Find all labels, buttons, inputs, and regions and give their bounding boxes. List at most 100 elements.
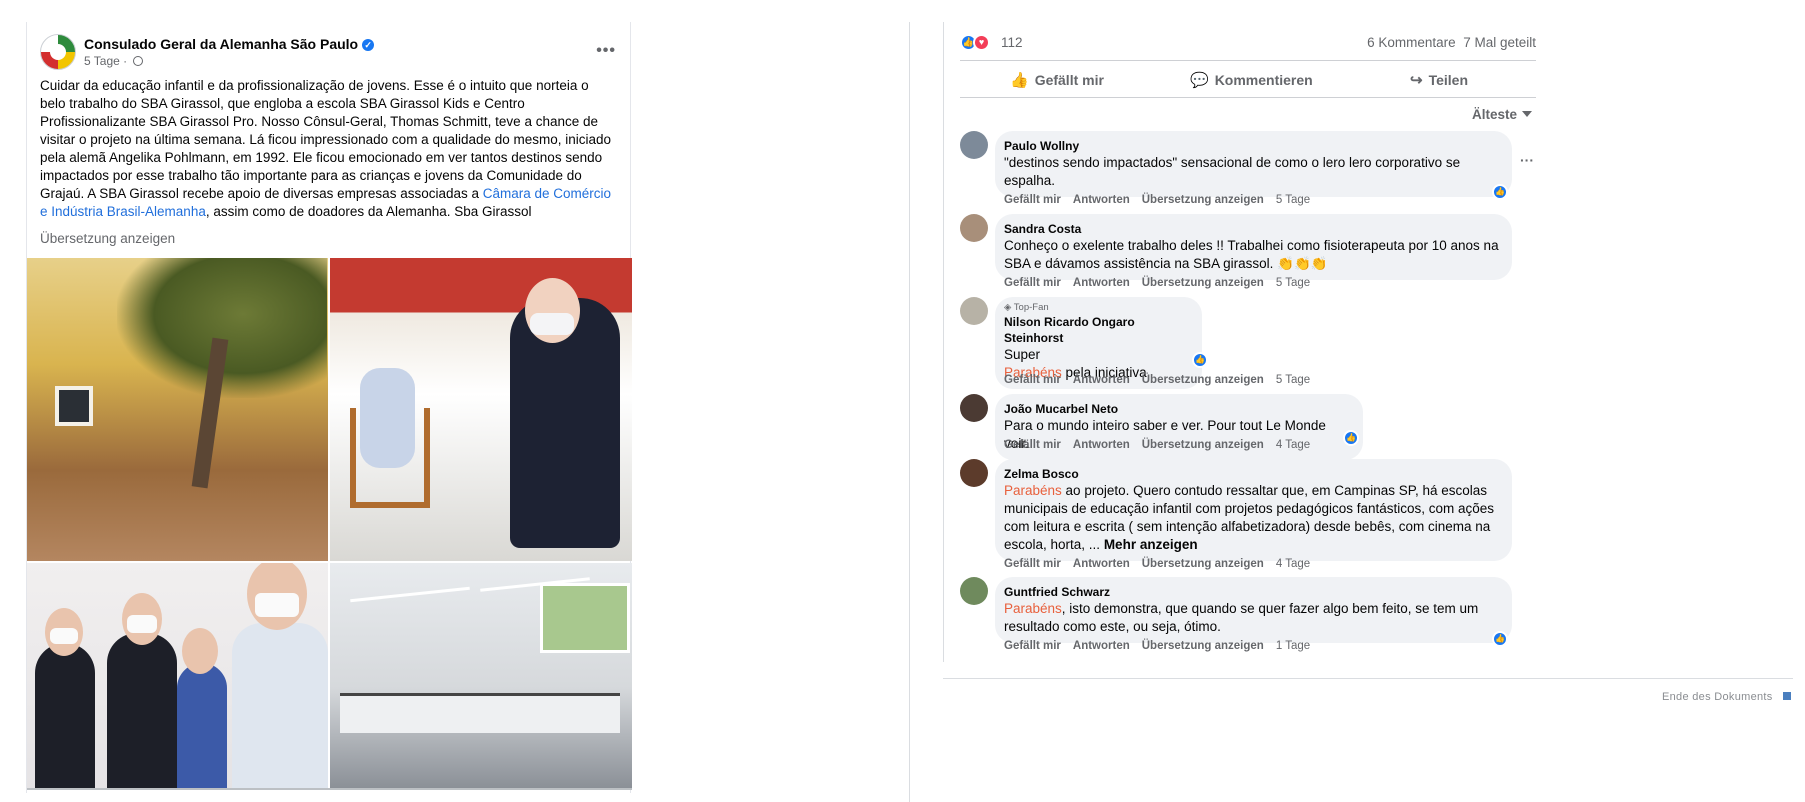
- comment-like-link[interactable]: Gefällt mir: [1004, 374, 1061, 386]
- comment-text: "destinos sendo impactados" sensacional …: [1004, 155, 1461, 188]
- reaction-count[interactable]: 112: [1001, 35, 1023, 50]
- comment-text: Parabéns ao projeto. Quero contudo ressa…: [1004, 482, 1502, 554]
- like-reaction-icon[interactable]: 👍: [1492, 631, 1508, 647]
- comment-time[interactable]: 1 Tage: [1276, 640, 1310, 652]
- comment-reply-link[interactable]: Antworten: [1073, 439, 1130, 451]
- comment-actions: Gefällt mir Antworten Übersetzung anzeigen…: [1004, 558, 1322, 570]
- top-fan-icon: ◈: [1004, 302, 1014, 313]
- comment-count[interactable]: 6 Kommentare: [1367, 35, 1456, 50]
- comment-time[interactable]: 5 Tage: [1276, 374, 1310, 386]
- comment-translate-link[interactable]: Übersetzung anzeigen: [1142, 374, 1264, 386]
- more-options-icon[interactable]: •••: [596, 42, 616, 60]
- comment-text: Parabéns, isto demonstra, que quando se …: [1004, 600, 1502, 636]
- photo-person: [177, 663, 227, 788]
- comment-button-label: Kommentieren: [1214, 72, 1313, 88]
- photo-table: [340, 693, 620, 733]
- share-arrow-icon: ↪: [1410, 72, 1423, 89]
- photo-group-visitors[interactable]: [27, 563, 328, 788]
- post-time[interactable]: 5 Tage: [84, 54, 120, 68]
- comment-highlight[interactable]: Parabéns: [1004, 483, 1062, 498]
- comment-time[interactable]: 4 Tage: [1276, 439, 1310, 451]
- comment-bubble: Sandra Costa Conheço o exelente trabalho…: [995, 214, 1512, 280]
- like-button-label: Gefällt mir: [1034, 72, 1104, 88]
- comment-author[interactable]: João Mucarbel Neto: [1004, 401, 1353, 417]
- photo-person: [232, 623, 328, 788]
- share-counts: 6 Kommentare 7 Mal geteilt: [1367, 35, 1536, 50]
- photo-mask: [127, 615, 157, 633]
- share-button-label: Teilen: [1428, 72, 1468, 88]
- comment-time[interactable]: 5 Tage: [1276, 277, 1310, 289]
- comment-reply-link[interactable]: Antworten: [1073, 277, 1130, 289]
- meta-separator: ·: [123, 54, 128, 68]
- comment-translate-link[interactable]: Übersetzung anzeigen: [1142, 640, 1264, 652]
- post-bottom-border: [27, 788, 632, 792]
- comment-reply-link[interactable]: Antworten: [1073, 194, 1130, 206]
- sort-label: Älteste: [1472, 107, 1518, 122]
- comment-actions: Gefällt mir Antworten Übersetzung anzeigen…: [1004, 439, 1322, 451]
- photo-person: [35, 643, 95, 788]
- comment-like-link[interactable]: Gefällt mir: [1004, 194, 1061, 206]
- comment-translate-link[interactable]: Übersetzung anzeigen: [1142, 558, 1264, 570]
- comment-translate-link[interactable]: Übersetzung anzeigen: [1142, 194, 1264, 206]
- post-actions-row: 👍 Gefällt mir 💬 Kommentieren ↪ Teilen: [960, 60, 1536, 98]
- comment-like-link[interactable]: Gefällt mir: [1004, 640, 1061, 652]
- like-button[interactable]: 👍 Gefällt mir: [1010, 71, 1104, 89]
- avatar[interactable]: [960, 577, 988, 605]
- comment-like-link[interactable]: Gefällt mir: [1004, 439, 1061, 451]
- photo-window: [55, 386, 93, 426]
- avatar[interactable]: [960, 459, 988, 487]
- photo-grid: [27, 258, 632, 793]
- see-more-link[interactable]: Mehr anzeigen: [1104, 537, 1198, 552]
- photo-light: [350, 586, 470, 603]
- share-button[interactable]: ↪ Teilen: [1410, 71, 1468, 89]
- comment-options-icon[interactable]: ···: [1520, 152, 1534, 168]
- comment-author[interactable]: Guntfried Schwarz: [1004, 584, 1502, 600]
- comment-text-rest: , isto demonstra, que quando se quer faz…: [1004, 601, 1479, 634]
- photo-building-courtyard[interactable]: [27, 258, 328, 561]
- comments-panel-border: [943, 22, 944, 662]
- top-fan-label: Top-Fan: [1013, 302, 1049, 313]
- avatar[interactable]: [960, 394, 988, 422]
- comment-like-link[interactable]: Gefällt mir: [1004, 558, 1061, 570]
- caret-down-icon: [1522, 111, 1533, 117]
- comment-text-line1: Super: [1004, 347, 1041, 362]
- comment-author[interactable]: Sandra Costa: [1004, 221, 1502, 237]
- like-reaction-icon[interactable]: 👍: [1492, 184, 1508, 200]
- comment-time[interactable]: 5 Tage: [1276, 194, 1310, 206]
- comment-time[interactable]: 4 Tage: [1276, 558, 1310, 570]
- avatar[interactable]: [960, 131, 988, 159]
- like-reaction-icon[interactable]: 👍: [1343, 430, 1359, 446]
- love-reaction-icon[interactable]: ♥: [973, 34, 990, 51]
- avatar[interactable]: [960, 297, 988, 325]
- page-name[interactable]: Consulado Geral da Alemanha São Paulo ✓: [84, 36, 375, 52]
- avatar[interactable]: [960, 214, 988, 242]
- globe-icon: [132, 56, 143, 66]
- post-text: Cuidar da educação infantil e da profiss…: [40, 77, 615, 221]
- comment-sort-dropdown[interactable]: Älteste: [1472, 107, 1533, 122]
- photo-classroom-visit[interactable]: [330, 258, 632, 561]
- comment-text: Conheço o exelente trabalho deles !! Tra…: [1004, 238, 1499, 271]
- comment-author[interactable]: Zelma Bosco: [1004, 466, 1502, 482]
- comment-author[interactable]: Nilson Ricardo Ongaro Steinhorst: [1004, 314, 1192, 346]
- post-translate-link[interactable]: Übersetzung anzeigen: [40, 231, 175, 246]
- comment-like-link[interactable]: Gefällt mir: [1004, 277, 1061, 289]
- speech-bubble-icon: 💬: [1190, 72, 1209, 89]
- end-of-document: Ende des Dokuments: [1662, 691, 1791, 703]
- like-reaction-icon[interactable]: 👍: [1192, 352, 1208, 368]
- page-avatar[interactable]: [40, 34, 76, 70]
- comment-highlight[interactable]: Parabéns: [1004, 601, 1062, 616]
- comment-author[interactable]: Paulo Wollny: [1004, 138, 1502, 154]
- comment-reply-link[interactable]: Antworten: [1073, 640, 1130, 652]
- end-marker-icon: [1782, 692, 1791, 700]
- page-name-text[interactable]: Consulado Geral da Alemanha São Paulo: [84, 36, 358, 52]
- photo-workshop[interactable]: [330, 563, 632, 788]
- comment-reply-link[interactable]: Antworten: [1073, 374, 1130, 386]
- photo-window: [540, 583, 630, 653]
- comment-button[interactable]: 💬 Kommentieren: [1190, 71, 1313, 89]
- comment-reply-link[interactable]: Antworten: [1073, 558, 1130, 570]
- share-count[interactable]: 7 Mal geteilt: [1463, 35, 1536, 50]
- comment-translate-link[interactable]: Übersetzung anzeigen: [1142, 439, 1264, 451]
- panel-divider: [909, 22, 910, 802]
- comment-translate-link[interactable]: Übersetzung anzeigen: [1142, 277, 1264, 289]
- post-text-main: Cuidar da educação infantil e da profiss…: [40, 78, 612, 201]
